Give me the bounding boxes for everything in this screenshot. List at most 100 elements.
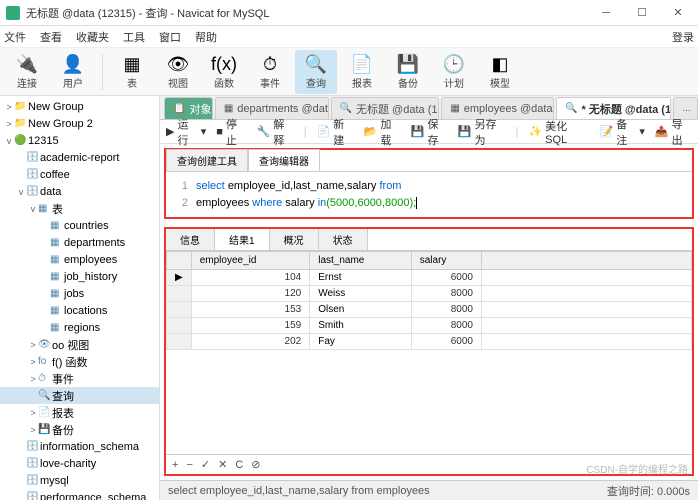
tree-label: love-charity bbox=[40, 458, 96, 470]
beautify-button[interactable]: ✨美化 SQL bbox=[528, 118, 589, 146]
menu-favorites[interactable]: 收藏夹 bbox=[76, 29, 109, 45]
menu-file[interactable]: 文件 bbox=[4, 29, 26, 45]
tree-item[interactable]: 🗄 coffee bbox=[0, 166, 159, 183]
restab-status[interactable]: 状态 bbox=[319, 229, 368, 250]
menu-help[interactable]: 帮助 bbox=[195, 29, 217, 45]
tree-item[interactable]: v🗄 data bbox=[0, 183, 159, 200]
restab-info[interactable]: 信息 bbox=[166, 229, 215, 250]
tree-item[interactable]: ▦ regions bbox=[0, 319, 159, 336]
remark-button[interactable]: 📝备注 ▾ bbox=[600, 116, 645, 148]
tree-item[interactable]: 🗄 mysql bbox=[0, 472, 159, 489]
tree-item[interactable]: >📁 New Group 2 bbox=[0, 115, 159, 132]
tree-item[interactable]: >📁 New Group bbox=[0, 98, 159, 115]
toolbar-事件[interactable]: ⏱ 事件 bbox=[249, 50, 291, 94]
tree-item[interactable]: >⏱ 事件 bbox=[0, 370, 159, 387]
tree-item[interactable]: >fo f() 函数 bbox=[0, 353, 159, 370]
minimize-button[interactable]: ─ bbox=[592, 3, 620, 23]
tree-item[interactable]: 🗄 performance_schema bbox=[0, 489, 159, 500]
toolbar-模型[interactable]: ◧ 模型 bbox=[479, 50, 521, 94]
toolbar-函数[interactable]: f(x) 函数 bbox=[203, 50, 245, 94]
menu-view[interactable]: 查看 bbox=[40, 29, 62, 45]
tree-item[interactable]: ▦ departments bbox=[0, 234, 159, 251]
new-button[interactable]: 📄新建 bbox=[317, 116, 354, 148]
toolbar-表[interactable]: ▦ 表 bbox=[111, 50, 153, 94]
close-button[interactable]: ✕ bbox=[664, 3, 692, 23]
toolbar-视图[interactable]: 👁 视图 bbox=[157, 50, 199, 94]
add-row-icon[interactable]: + bbox=[172, 459, 178, 471]
del-row-icon[interactable]: − bbox=[186, 459, 192, 471]
result-grid[interactable]: employee_id last_name salary ▶ 104Ernst6… bbox=[166, 251, 692, 454]
col-salary[interactable]: salary bbox=[411, 252, 481, 270]
视图-icon: 👁 bbox=[167, 53, 190, 75]
save-button[interactable]: 💾保存 bbox=[411, 116, 448, 148]
tree-label: departments bbox=[64, 237, 125, 249]
subtab-builder[interactable]: 查询创建工具 bbox=[166, 149, 248, 171]
tree-item[interactable]: ▦ employees bbox=[0, 251, 159, 268]
export-button[interactable]: 📤导出 bbox=[655, 116, 692, 148]
main-toolbar: 🔌 连接 👤 用户 ▦ 表 👁 视图 f(x) 函数 ⏱ 事件 🔍 查询 📄 报… bbox=[0, 48, 698, 96]
table-row[interactable]: ▶ 104Ernst6000 bbox=[167, 270, 692, 286]
tree-item[interactable]: 🗄 love-charity bbox=[0, 455, 159, 472]
toolbar-用户[interactable]: 👤 用户 bbox=[52, 50, 94, 94]
tree-item[interactable]: >💾 备份 bbox=[0, 421, 159, 438]
tree-label: 事件 bbox=[52, 371, 74, 387]
load-button[interactable]: 📂加载 bbox=[364, 116, 401, 148]
restab-profile[interactable]: 概况 bbox=[270, 229, 319, 250]
refresh-icon[interactable]: C bbox=[235, 459, 243, 471]
toolbar-连接[interactable]: 🔌 连接 bbox=[6, 50, 48, 94]
模型-icon: ◧ bbox=[491, 53, 508, 75]
函数-icon: f(x) bbox=[211, 53, 237, 75]
tree-item[interactable]: 🗄 academic-report bbox=[0, 149, 159, 166]
toolbar-报表[interactable]: 📄 报表 bbox=[341, 50, 383, 94]
col-last-name[interactable]: last_name bbox=[310, 252, 412, 270]
connection-tree[interactable]: >📁 New Group >📁 New Group 2 v🟢 12315 🗄 a… bbox=[0, 96, 160, 500]
run-button[interactable]: ▶运行 ▾ bbox=[166, 116, 206, 148]
menu-tools[interactable]: 工具 bbox=[123, 29, 145, 45]
toolbar-查询[interactable]: 🔍 查询 bbox=[295, 50, 337, 94]
tree-item[interactable]: ▦ jobs bbox=[0, 285, 159, 302]
restab-result1[interactable]: 结果1 bbox=[215, 229, 270, 250]
query-toolbar: ▶运行 ▾ ■停止 🔧解释 | 📄新建 📂加载 💾保存 💾另存为 | ✨美化 S… bbox=[160, 120, 698, 144]
table-row[interactable]: 120Weiss8000 bbox=[167, 286, 692, 302]
tree-label: jobs bbox=[64, 288, 84, 300]
sql-editor[interactable]: 1select employee_id,last_name,salary fro… bbox=[166, 172, 692, 217]
cancel-icon[interactable]: ✕ bbox=[218, 458, 227, 471]
menu-window[interactable]: 窗口 bbox=[159, 29, 181, 45]
commit-icon[interactable]: ✓ bbox=[201, 458, 210, 471]
results-zone: 信息 结果1 概况 状态 employee_id last_name salar… bbox=[164, 227, 694, 476]
subtab-editor[interactable]: 查询编辑器 bbox=[248, 149, 320, 171]
toolbar-备份[interactable]: 💾 备份 bbox=[387, 50, 429, 94]
stop-button[interactable]: ■停止 bbox=[216, 116, 246, 148]
stop-icon[interactable]: ⊘ bbox=[251, 458, 260, 471]
saveas-button[interactable]: 💾另存为 bbox=[458, 116, 506, 148]
tree-item[interactable]: 🗄 information_schema bbox=[0, 438, 159, 455]
tree-label: New Group 2 bbox=[28, 118, 93, 130]
maximize-button[interactable]: ☐ bbox=[628, 3, 656, 23]
col-employee-id[interactable]: employee_id bbox=[191, 252, 310, 270]
tree-label: mysql bbox=[40, 475, 69, 487]
table-row[interactable]: 153Olsen8000 bbox=[167, 302, 692, 318]
window-title: 无标题 @data (12315) - 查询 - Navicat for MyS… bbox=[26, 5, 592, 21]
table-row[interactable]: 202Fay6000 bbox=[167, 334, 692, 350]
tree-item[interactable]: ▦ job_history bbox=[0, 268, 159, 285]
备份-icon: 💾 bbox=[397, 53, 419, 75]
连接-icon: 🔌 bbox=[16, 53, 38, 75]
tree-item[interactable]: v🟢 12315 bbox=[0, 132, 159, 149]
tree-item[interactable]: >👁 oo 视图 bbox=[0, 336, 159, 353]
tree-item[interactable]: ▦ locations bbox=[0, 302, 159, 319]
table-row[interactable]: 159Smith8000 bbox=[167, 318, 692, 334]
表-icon: ▦ bbox=[123, 53, 140, 75]
explain-button[interactable]: 🔧解释 bbox=[257, 116, 294, 148]
tree-label: 报表 bbox=[52, 405, 74, 421]
tree-item[interactable]: ▦ countries bbox=[0, 217, 159, 234]
titlebar: 无标题 @data (12315) - 查询 - Navicat for MyS… bbox=[0, 0, 698, 26]
tree-item[interactable]: >📄 报表 bbox=[0, 404, 159, 421]
tree-item[interactable]: v▦ 表 bbox=[0, 200, 159, 217]
tree-label: New Group bbox=[28, 101, 84, 113]
tree-item[interactable]: 🔍 查询 bbox=[0, 387, 159, 404]
tree-label: oo 视图 bbox=[52, 337, 89, 353]
事件-icon: ⏱ bbox=[263, 53, 277, 75]
tree-label: coffee bbox=[40, 169, 70, 181]
toolbar-计划[interactable]: 🕒 计划 bbox=[433, 50, 475, 94]
login-link[interactable]: 登录 bbox=[672, 29, 694, 45]
